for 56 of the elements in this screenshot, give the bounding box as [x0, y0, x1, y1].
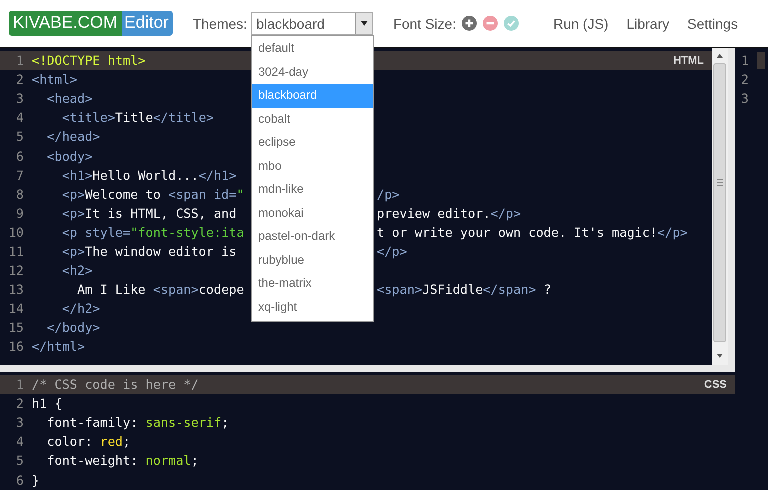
line-number: 13	[8, 282, 25, 298]
code-text: <h2>	[61, 263, 93, 278]
code-text: <!DOCTYPE html>	[32, 53, 146, 68]
line-number: 3	[15, 91, 25, 106]
code-text: /p>	[377, 186, 400, 202]
line-number: 6	[15, 472, 25, 488]
line-number: 3	[15, 415, 25, 430]
code-text: <head>	[46, 91, 93, 106]
line-number: 4	[15, 110, 25, 126]
code-text: <span>JSFiddle</span> ?	[377, 282, 552, 298]
line-number: 2	[15, 72, 25, 88]
code-text: <p style="font-style:ita	[61, 224, 244, 240]
code-text: <h1>Hello World...</h1>	[61, 168, 237, 183]
line-number: 10	[8, 224, 25, 240]
code-text: </body>	[46, 320, 100, 336]
line-number: 2	[740, 72, 750, 87]
line-number: 15	[8, 320, 25, 336]
code-text: <body>	[46, 148, 93, 164]
code-text: </html>	[32, 339, 86, 354]
line-number: 1	[15, 53, 25, 68]
line-number: 1	[15, 377, 25, 392]
line-number: 5	[15, 453, 25, 468]
line-number: 11	[8, 244, 25, 259]
code-text: color: red;	[46, 434, 131, 450]
line-number: 5	[15, 129, 25, 144]
code-text: Am I Like <span>codepe	[76, 282, 244, 298]
line-number: 6	[15, 148, 25, 164]
code-text: t or write your own code. It's magic!</p>	[377, 224, 688, 240]
code-text: <p>Welcome to <span id="	[61, 186, 244, 202]
themes-label: Themes:	[192, 16, 248, 32]
code-text: h1 {	[32, 396, 62, 412]
code-text: </p>	[377, 244, 408, 259]
code-text: font-family: sans-serif;	[46, 415, 230, 430]
line-number: 16	[8, 339, 25, 354]
line-number: 4	[15, 434, 25, 450]
mode-label: CSS	[704, 378, 727, 391]
code-text: <p>It is HTML, CSS, and	[61, 206, 237, 221]
code-text: <title>Title</title>	[61, 110, 214, 126]
line-number: 2	[15, 396, 25, 412]
code-text: /* CSS code is here */	[32, 377, 199, 392]
code-text: }	[32, 472, 40, 488]
line-number: 8	[15, 186, 25, 202]
line-number: 14	[8, 301, 25, 316]
font-size-label: Font Size:	[393, 16, 456, 32]
code-text: preview editor.</p>	[377, 206, 522, 221]
line-number: 1	[740, 53, 750, 68]
code-text: font-weight: normal;	[46, 453, 199, 468]
line-number: 9	[15, 206, 25, 221]
line-number: 3	[740, 91, 750, 106]
code-text: <html>	[32, 72, 78, 88]
line-number: 7	[15, 168, 25, 183]
code-text: <p>The window editor is	[61, 244, 237, 259]
code-text: </h2>	[61, 301, 100, 316]
line-number: 12	[8, 263, 25, 278]
mode-label: HTML	[673, 54, 704, 67]
code-text: </head>	[46, 129, 100, 144]
